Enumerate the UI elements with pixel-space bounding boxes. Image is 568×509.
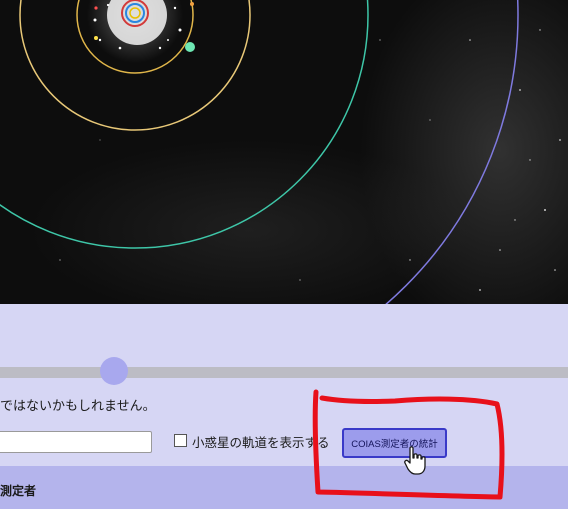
planet-marker-red: [94, 6, 98, 10]
app-root: ではないかもしれません。 小惑星の軌道を表示する COIAS測定者の統計 測定者: [0, 0, 568, 509]
show-orbit-checkbox[interactable]: [174, 434, 187, 447]
time-slider-thumb[interactable]: [100, 357, 128, 385]
time-slider-track[interactable]: [0, 367, 568, 378]
control-panel: ではないかもしれません。 小惑星の軌道を表示する COIAS測定者の統計: [0, 304, 568, 466]
planet-marker-orange: [190, 2, 194, 6]
coias-stats-button[interactable]: COIAS測定者の統計: [342, 428, 447, 458]
planet-marker-green: [185, 42, 195, 52]
hand-pointer-icon: [404, 446, 426, 475]
section-header-label: 測定者: [0, 484, 37, 498]
notice-text: ではないかもしれません。: [0, 399, 156, 414]
planet-marker-yellow: [94, 36, 98, 40]
show-orbit-label[interactable]: 小惑星の軌道を表示する: [192, 432, 330, 451]
section-header: 測定者: [0, 466, 568, 509]
solar-system-view[interactable]: [0, 0, 568, 304]
search-input[interactable]: [0, 431, 152, 453]
